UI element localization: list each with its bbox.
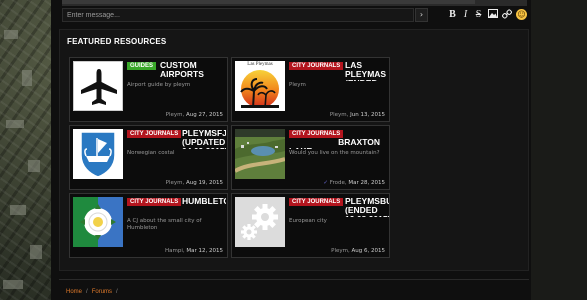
category-badge[interactable]: CITY JOURNALS	[289, 62, 344, 70]
resource-title[interactable]: CITY JOURNALS BRAXTON LAKE	[289, 129, 387, 150]
resource-card[interactable]: CITY JOURNALS HUMBLETON A CJ about the s…	[69, 193, 228, 258]
gears-placeholder	[235, 197, 285, 247]
italic-button[interactable]: I	[460, 9, 471, 21]
chat-message-input[interactable]: Enter message...	[62, 8, 414, 22]
bold-button[interactable]: B	[447, 9, 458, 21]
resource-meta: Pleym, Jun 13, 2015	[329, 112, 385, 118]
send-button[interactable]: ›	[415, 8, 428, 22]
featured-resources-panel: FEATURED RESOURCES GUIDES CUSTOM AIRPORT…	[59, 29, 529, 271]
panel-title: FEATURED RESOURCES	[67, 37, 167, 46]
category-badge[interactable]: CITY JOURNALS	[127, 198, 182, 206]
top-strip	[62, 0, 527, 6]
resource-meta: ✓ Frode, Mar 28, 2015	[323, 180, 385, 186]
resource-meta: Pleym, Aug 27, 2015	[165, 112, 223, 118]
smiley-button[interactable]: ☺	[516, 9, 527, 20]
resource-card[interactable]: CITY JOURNALS PLEYMSBURG (ENDED 19.08.20…	[231, 193, 390, 258]
image-button[interactable]	[487, 9, 498, 21]
breadcrumb-forums[interactable]: Forums	[92, 289, 112, 295]
main-content: Enter message... › B I S ☺ FEATURED RESO…	[51, 0, 531, 300]
resource-card[interactable]: GUIDES CUSTOM AIRPORTS Airport guide by …	[69, 57, 228, 122]
resource-title[interactable]: PLEYMSFJORD (UPDATED 04.09.2015)	[182, 129, 226, 149]
resource-card[interactable]: Las Pleymas CITY JOURNALS LAS PLEYMAS (E…	[231, 57, 390, 122]
category-badge[interactable]: CITY JOURNALS	[127, 130, 182, 138]
breadcrumb-home[interactable]: Home	[66, 289, 82, 295]
resource-title[interactable]: CUSTOM AIRPORTS	[160, 61, 226, 79]
resource-title[interactable]: PLEYMSBURG (ENDED 19.08.2015)	[345, 197, 389, 217]
airplane-icon	[73, 61, 123, 111]
link-icon	[501, 9, 512, 19]
resource-meta: Hampi, Mar 12, 2015	[164, 248, 223, 254]
resource-description: Would you live on the mountain?	[289, 150, 380, 156]
viking-ship-crest	[73, 129, 123, 179]
resource-description: Pleym	[289, 82, 306, 88]
resource-meta: Pleym, Aug 19, 2015	[165, 180, 223, 186]
strikethrough-button[interactable]: S	[473, 9, 484, 21]
palm-sunset-logo: Las Pleymas	[235, 61, 285, 111]
category-badge[interactable]: GUIDES	[127, 62, 157, 70]
resource-description: Norwegian costal	[127, 150, 175, 156]
resource-card[interactable]: CITY JOURNALS CITY JOURNALS BRAXTON LAKE…	[231, 125, 390, 190]
resource-title[interactable]: HUMBLETON	[182, 197, 226, 206]
image-icon	[487, 9, 498, 18]
resource-description: A CJ about the small city of Humbleton	[127, 218, 202, 231]
breadcrumb: Home / Forums /	[59, 279, 529, 296]
rose-flag	[73, 197, 123, 247]
category-badge[interactable]: CITY JOURNALS	[289, 198, 344, 206]
right-background	[531, 0, 587, 300]
resource-card[interactable]: CITY JOURNALS PLEYMSFJORD (UPDATED 04.09…	[69, 125, 228, 190]
link-button[interactable]	[501, 9, 512, 21]
resource-meta: Pleym, Aug 6, 2015	[331, 248, 385, 254]
resource-description: European city	[289, 218, 327, 224]
resource-title[interactable]: LAS PLEYMAS (ENDED 14.06.2015)	[345, 61, 389, 81]
resource-description: Airport guide by pleym	[127, 82, 191, 88]
lake-screenshot	[235, 129, 285, 179]
